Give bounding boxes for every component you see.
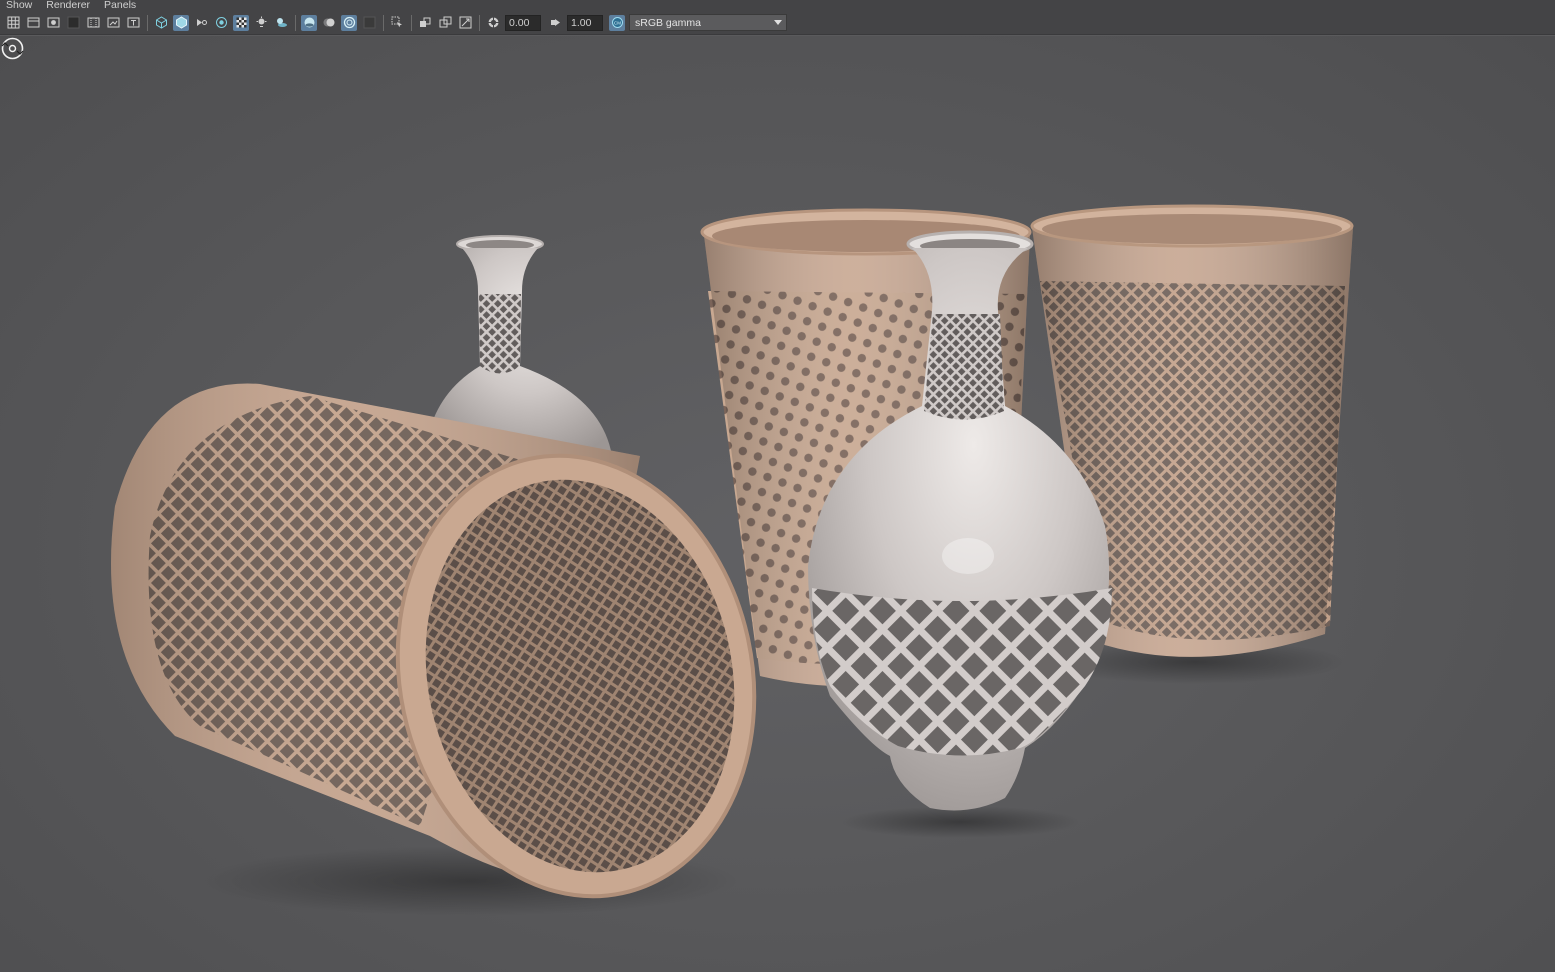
grid-icon[interactable]	[5, 15, 21, 31]
chevron-down-icon	[774, 20, 782, 25]
color-space-label: sRGB gamma	[635, 16, 701, 29]
textured-icon[interactable]	[233, 14, 249, 31]
menu-show[interactable]: Show	[6, 0, 32, 11]
toolbar-separator	[479, 14, 480, 31]
xray-active-icon[interactable]	[437, 15, 453, 31]
gamma-field[interactable]	[567, 14, 603, 31]
color-management-icon[interactable]: CM	[609, 14, 625, 31]
svg-text:CM: CM	[614, 20, 621, 25]
resolution-gate-icon[interactable]	[105, 15, 121, 31]
3d-viewport[interactable]	[0, 36, 1555, 972]
camera-attributes-icon[interactable]	[25, 15, 41, 31]
wireframe-icon[interactable]	[153, 15, 169, 31]
gamma-icon[interactable]	[547, 15, 563, 31]
menu-panels[interactable]: Panels	[104, 0, 136, 11]
depth-of-field-icon[interactable]	[361, 15, 377, 31]
scene-render	[111, 204, 1354, 916]
motion-blur-icon[interactable]	[321, 15, 337, 31]
toolbar-separator	[147, 14, 148, 31]
toolbar-separator	[383, 14, 384, 31]
exposure-icon[interactable]	[485, 15, 501, 31]
bookmark-icon[interactable]	[65, 15, 81, 31]
film-gate-icon[interactable]	[85, 15, 101, 31]
lying-basket	[111, 383, 757, 916]
color-space-select[interactable]: sRGB gamma	[629, 14, 787, 31]
exposure-field[interactable]	[505, 14, 541, 31]
image-plane-icon[interactable]	[45, 15, 61, 31]
safe-title-icon[interactable]	[125, 15, 141, 31]
default-material-icon[interactable]	[193, 15, 209, 31]
shadows-icon[interactable]	[273, 15, 289, 31]
viewport-toolbar: CM sRGB gamma	[0, 11, 1555, 35]
xray-icon[interactable]	[213, 15, 229, 31]
orbit-cursor-icon	[1, 37, 24, 60]
smooth-shade-icon[interactable]	[173, 14, 189, 31]
toolbar-separator	[411, 14, 412, 31]
toolbar-separator	[295, 14, 296, 31]
lights-icon[interactable]	[253, 15, 269, 31]
ambient-occlusion-icon[interactable]	[301, 14, 317, 31]
menu-bar: Show Renderer Panels	[0, 0, 1555, 11]
isolate-select-icon[interactable]	[389, 15, 405, 31]
backface-icon[interactable]	[457, 15, 473, 31]
anti-aliasing-icon[interactable]	[341, 14, 357, 31]
menu-renderer[interactable]: Renderer	[46, 0, 90, 11]
xray-joints-icon[interactable]	[417, 15, 433, 31]
